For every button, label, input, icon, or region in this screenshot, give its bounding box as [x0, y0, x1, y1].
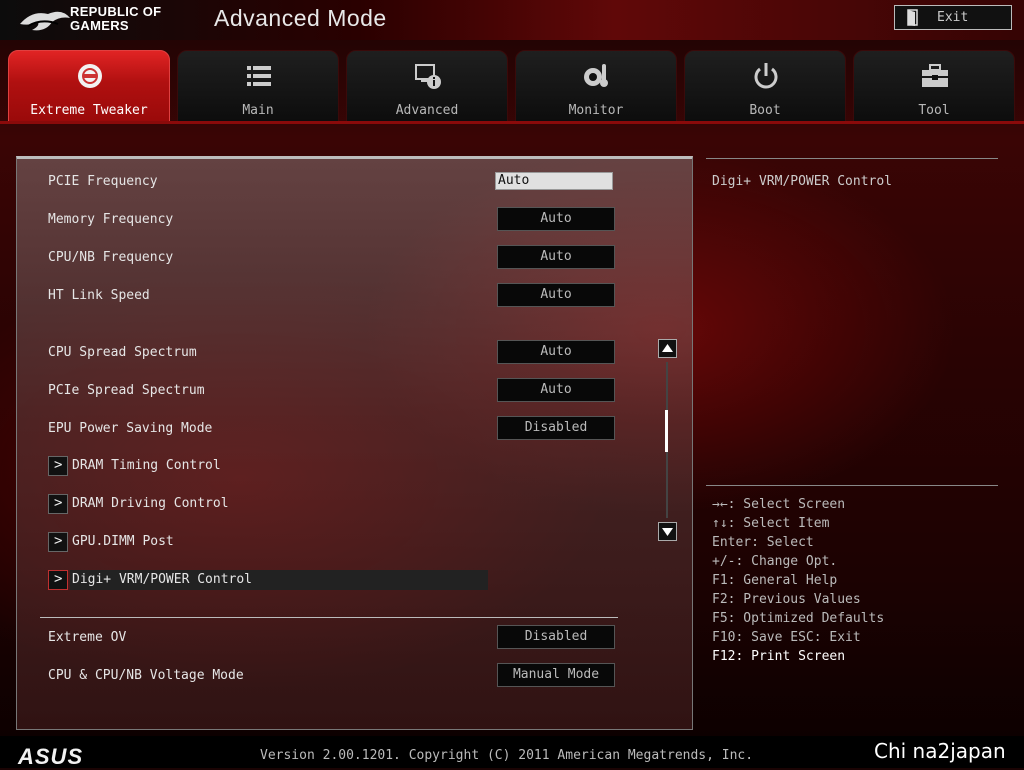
setting-label: Memory Frequency: [48, 212, 174, 227]
section-divider: [40, 617, 618, 618]
toolbox-icon: [922, 64, 948, 87]
key-hint: F1: General Help: [712, 573, 838, 588]
tab-label: Monitor: [568, 103, 624, 118]
brand-text: REPUBLIC OF GAMERS: [70, 5, 161, 33]
brand-line-1: REPUBLIC OF: [70, 4, 162, 19]
exit-label: Exit: [937, 10, 969, 25]
key-hint: Enter: Select: [712, 535, 814, 550]
watermark-text: Chi na2japan: [874, 739, 1006, 763]
key-hint: F2: Previous Values: [712, 592, 861, 607]
scrollbar-thumb[interactable]: [665, 410, 668, 452]
key-hint: →←: Select Screen: [712, 497, 846, 512]
setting-label: CPU & CPU/NB Voltage Mode: [48, 668, 244, 683]
ht-link-speed-select[interactable]: Auto: [497, 283, 615, 307]
setting-label: CPU Spread Spectrum: [48, 345, 197, 360]
submenu-label: DRAM Driving Control: [72, 496, 229, 511]
asus-logo: ASUS: [18, 744, 84, 769]
tab-label: Boot: [749, 103, 781, 118]
scroll-up-button[interactable]: [658, 339, 677, 358]
mode-title: Advanced Mode: [214, 5, 387, 31]
tab-label: Tool: [918, 103, 950, 118]
submenu-label: DRAM Timing Control: [72, 458, 221, 473]
cpu-spread-spectrum-select[interactable]: Auto: [497, 340, 615, 364]
power-icon: [754, 63, 778, 89]
tab-monitor[interactable]: Monitor: [515, 50, 677, 122]
key-hint: F5: Optimized Defaults: [712, 611, 885, 626]
setting-label: Extreme OV: [48, 630, 127, 645]
chevron-right-icon: >: [48, 570, 68, 590]
keys-top-rule: [706, 485, 998, 486]
advanced-settings-icon: [415, 64, 441, 89]
setting-label: HT Link Speed: [48, 288, 150, 303]
voltage-mode-select[interactable]: Manual Mode: [497, 663, 615, 687]
tab-main[interactable]: Main: [177, 50, 339, 122]
chevron-right-icon: >: [48, 532, 68, 552]
triangle-down-icon: [662, 528, 673, 536]
monitor-thermometer-icon: [584, 64, 608, 87]
chevron-right-icon: >: [48, 456, 68, 476]
key-hint: F10: Save ESC: Exit: [712, 630, 861, 645]
setting-label: PCIE Frequency: [48, 174, 158, 189]
brand-line-2: GAMERS: [70, 18, 129, 33]
cpunb-frequency-select[interactable]: Auto: [497, 245, 615, 269]
key-legend: →←: Select Screen ↑↓: Select Item Enter:…: [712, 497, 884, 668]
header-bar: REPUBLIC OF GAMERS Advanced Mode Exit: [0, 0, 1024, 40]
tab-advanced[interactable]: Advanced: [346, 50, 508, 122]
key-hint: ↑↓: Select Item: [712, 516, 830, 531]
setting-label: PCIe Spread Spectrum: [48, 383, 205, 398]
setting-label: CPU/NB Frequency: [48, 250, 174, 265]
extreme-ov-select[interactable]: Disabled: [497, 625, 615, 649]
tab-strip-divider: [0, 121, 1024, 124]
scroll-down-button[interactable]: [658, 522, 677, 541]
tab-extreme-tweaker[interactable]: Extreme Tweaker: [8, 50, 170, 122]
exit-door-icon: [907, 9, 918, 26]
epu-power-saving-select[interactable]: Disabled: [497, 416, 615, 440]
tab-tool[interactable]: Tool: [853, 50, 1015, 122]
version-text: Version 2.00.1201. Copyright (C) 2011 Am…: [260, 748, 754, 763]
tab-label: Main: [242, 103, 274, 118]
chevron-right-icon: >: [48, 494, 68, 514]
setting-label: EPU Power Saving Mode: [48, 421, 213, 436]
exit-button[interactable]: Exit: [894, 5, 1012, 30]
tab-label: Advanced: [395, 103, 459, 118]
submenu-label: Digi+ VRM/POWER Control: [72, 572, 253, 587]
extreme-tweaker-icon: [78, 64, 102, 88]
tab-label: Extreme Tweaker: [30, 103, 148, 118]
submenu-label: GPU.DIMM Post: [72, 534, 174, 549]
triangle-up-icon: [662, 344, 673, 352]
key-hint: +/-: Change Opt.: [712, 554, 838, 569]
tab-boot[interactable]: Boot: [684, 50, 846, 122]
list-icon: [247, 66, 271, 86]
pcie-spread-spectrum-select[interactable]: Auto: [497, 378, 615, 402]
help-description: Digi+ VRM/POWER Control: [712, 174, 893, 189]
memory-frequency-select[interactable]: Auto: [497, 207, 615, 231]
help-top-rule: [706, 158, 998, 159]
key-hint: F12: Print Screen: [712, 649, 846, 664]
pcie-frequency-input[interactable]: Auto: [495, 172, 613, 190]
